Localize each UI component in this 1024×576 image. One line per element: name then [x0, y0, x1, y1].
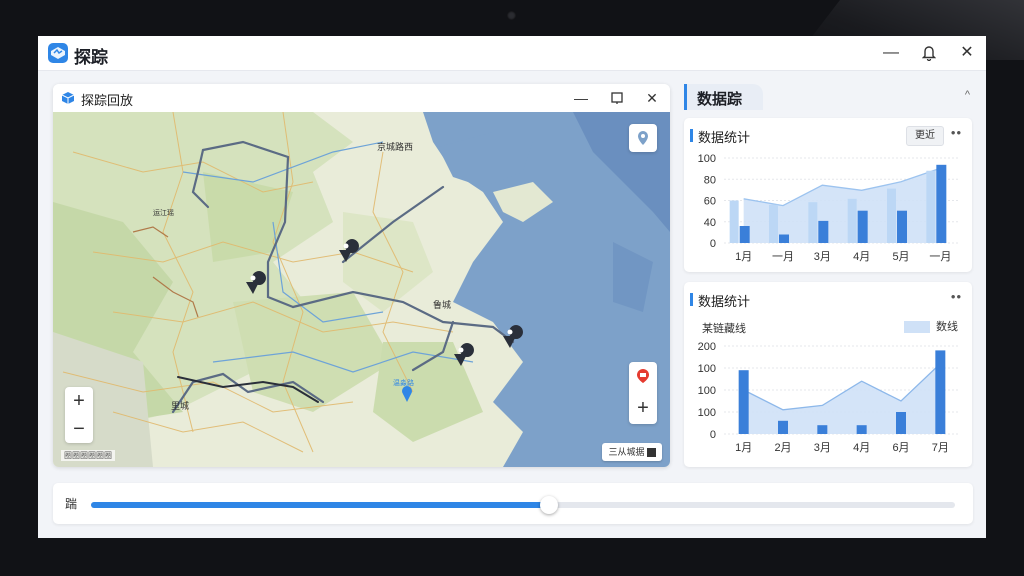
map-window-title: 探踪回放 [81, 93, 134, 108]
map-tool-panel: + [629, 362, 657, 424]
app-screen: 探踪 — ✕ 探踪回放 — ✕ 京城路西 鲁城 温淼路 里城 运江瑶 + + −… [38, 36, 986, 538]
bar [817, 425, 828, 434]
x-tick-label: 2月 [774, 442, 791, 454]
x-tick-label: 6月 [892, 442, 909, 454]
bar-series-2 [739, 226, 750, 243]
zoom-in-button[interactable]: + [65, 387, 93, 415]
bar [935, 350, 946, 434]
x-tick-label: 1月 [735, 251, 752, 263]
map-scale: 圈圈圈圈圈圈 [61, 450, 115, 461]
bar-series-1 [769, 204, 778, 243]
timeline-track[interactable] [91, 496, 955, 514]
x-tick-label: 3月 [814, 251, 831, 263]
chart-subtitle: 某链藏线 [702, 323, 746, 335]
right-panel: 数据踪 ^ 数据统计 更近 •• 100 80 60 40 0 1月 一月 3月 4月 5月 一月 … [684, 84, 974, 467]
bar [738, 370, 749, 434]
camera [507, 11, 516, 20]
x-tick-label: 4月 [853, 251, 870, 263]
locate-button[interactable] [629, 124, 657, 152]
bar-series-2 [936, 164, 947, 243]
x-tick-label: 3月 [814, 442, 831, 454]
map-maximize-icon[interactable] [607, 88, 627, 108]
map-minimize-button[interactable]: — [571, 88, 591, 108]
map-legend-text: 三从城据 [608, 447, 645, 457]
map-window: 探踪回放 — ✕ 京城路西 鲁城 温淼路 里城 运江瑶 + + − 圈圈圈圈圈圈… [53, 84, 670, 467]
map-window-titlebar: 探踪回放 — ✕ [53, 84, 670, 113]
map-window-icon [61, 92, 75, 104]
x-tick-label: 4月 [853, 442, 870, 454]
y-tick-label: 40 [704, 217, 716, 229]
bar-series-2 [857, 210, 868, 243]
collapse-chevron-icon[interactable]: ^ [965, 89, 970, 101]
playback-timeline: 踹 [53, 483, 973, 524]
x-tick-label: 7月 [932, 442, 949, 454]
stats-card-2: 数据统计 •• 某链藏线 数线 200 100 100 100 0 1月 2月 3月 4月 6月 7… [684, 282, 972, 467]
map-city-label: 京城路西 [377, 141, 413, 152]
bar [856, 425, 867, 434]
zoom-control: + − [65, 387, 93, 443]
alert-marker-icon[interactable] [629, 364, 657, 392]
map-city-label: 里城 [171, 401, 189, 411]
y-tick-label: 0 [710, 238, 716, 250]
compass-icon [638, 131, 648, 145]
stats-chart-1: 100 80 60 40 0 1月 一月 3月 4月 5月 一月 [698, 153, 960, 263]
legend-square-icon [647, 448, 656, 458]
notification-bell-icon[interactable] [918, 42, 940, 64]
y-tick-label: 200 [698, 341, 716, 353]
bar-series-1 [729, 200, 739, 243]
tab-data[interactable]: 数据踪 [684, 84, 763, 110]
map-legend-chip[interactable]: 三从城据 [602, 443, 662, 461]
x-tick-label: 一月 [929, 251, 951, 263]
bar [896, 412, 906, 434]
timeline-progress [91, 502, 549, 508]
legend-swatch [904, 321, 930, 334]
map-svg: 京城路西 鲁城 温淼路 里城 运江瑶 [53, 111, 670, 467]
bar-series-1 [926, 170, 936, 243]
bar-series-1 [847, 198, 857, 243]
legend-label: 数线 [936, 321, 958, 333]
card-title: 数据统计 [698, 130, 751, 145]
map-city-label: 温淼路 [393, 378, 414, 387]
tab-data-label: 数据踪 [697, 91, 743, 108]
map-close-button[interactable]: ✕ [642, 88, 662, 108]
bar [778, 420, 788, 434]
card-title: 数据统计 [698, 294, 751, 309]
more-options-icon[interactable]: •• [951, 289, 962, 304]
x-tick-label: 一月 [772, 251, 794, 263]
app-logo-icon [48, 43, 68, 63]
bar-series-2 [897, 210, 907, 243]
timeline-label: 踹 [65, 497, 78, 511]
stats-card-1: 数据统计 更近 •• 100 80 60 40 0 1月 一月 3月 4月 5月 一月 [684, 118, 972, 272]
map-city-label: 鲁城 [433, 299, 451, 310]
card-accent [690, 293, 693, 306]
y-tick-label: 60 [704, 196, 716, 208]
y-tick-label: 100 [698, 407, 716, 419]
more-options-icon[interactable]: •• [951, 125, 962, 140]
bar-series-2 [818, 220, 829, 243]
minimize-button[interactable]: — [880, 42, 902, 64]
title-bar: 探踪 — ✕ [38, 36, 986, 71]
filter-button[interactable]: 更近 [906, 126, 944, 146]
bar-series-1 [887, 188, 896, 243]
y-tick-label: 100 [698, 385, 716, 397]
timeline-slider-handle[interactable] [539, 496, 558, 514]
y-tick-label: 100 [698, 363, 716, 375]
bar-series-2 [779, 234, 789, 243]
close-button[interactable]: ✕ [956, 42, 978, 64]
chart-legend: 数线 [904, 318, 958, 334]
card-accent [690, 129, 693, 142]
y-tick-label: 80 [704, 174, 716, 186]
zoom-out-button[interactable]: − [65, 415, 93, 443]
x-tick-label: 5月 [892, 251, 909, 263]
y-tick-label: 0 [710, 429, 716, 441]
bar-series-1 [808, 202, 818, 243]
map-canvas[interactable]: 京城路西 鲁城 温淼路 里城 运江瑶 + + − 圈圈圈圈圈圈 三从城据 [53, 111, 670, 467]
stats-chart-2: 200 100 100 100 0 1月 2月 3月 4月 6月 7月 [698, 341, 960, 454]
area-series [743, 363, 941, 434]
map-city-label: 运江瑶 [153, 208, 174, 217]
x-tick-label: 1月 [735, 442, 752, 454]
y-tick-label: 100 [698, 153, 716, 165]
app-title: 探踪 [74, 48, 108, 67]
add-button[interactable]: + [629, 394, 657, 422]
